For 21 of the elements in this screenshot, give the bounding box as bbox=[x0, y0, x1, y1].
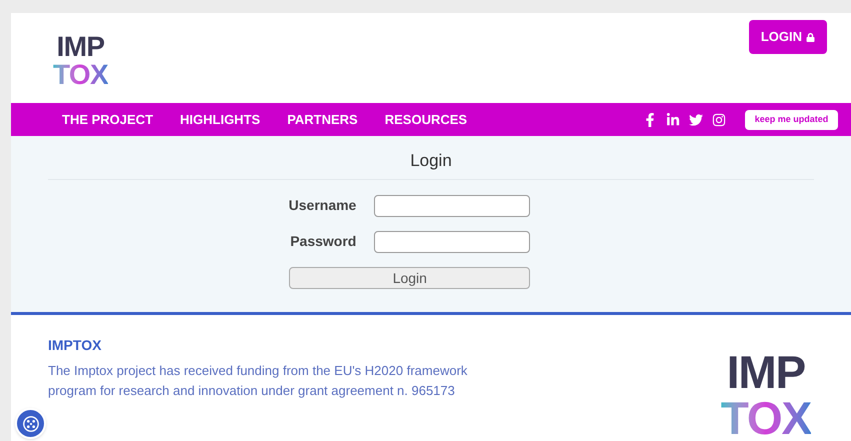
field-label: Username bbox=[288, 196, 356, 216]
nav-link[interactable]: PARTNERS bbox=[287, 110, 358, 130]
nav-link[interactable]: THE PROJECT bbox=[62, 110, 154, 130]
logo-text: IMP bbox=[56, 33, 104, 61]
subscribe-button[interactable]: keep me updated bbox=[745, 110, 838, 130]
form-title: Login bbox=[410, 150, 452, 172]
field-label: Password bbox=[290, 232, 356, 252]
footer-text: The Imptox project has received funding from the EU's H2020 framework program for research and innovation under grant agreement n. 965173 bbox=[48, 362, 468, 400]
twitter-icon[interactable] bbox=[689, 112, 703, 127]
nav-link[interactable]: RESOURCES bbox=[384, 110, 468, 130]
linkedin-icon[interactable] bbox=[666, 112, 680, 127]
cookie-settings-icon[interactable] bbox=[15, 408, 46, 439]
submit-button[interactable]: Login bbox=[289, 266, 530, 289]
text-field[interactable] bbox=[374, 194, 530, 217]
lock-icon bbox=[806, 32, 815, 42]
text-field[interactable] bbox=[374, 230, 530, 253]
nav-link[interactable]: HIGHLIGHTS bbox=[180, 110, 260, 130]
login-button[interactable]: LOGIN bbox=[748, 20, 827, 54]
logo-text: IMP bbox=[726, 349, 806, 395]
footer-heading: IMPTOX bbox=[48, 336, 102, 355]
instagram-icon[interactable] bbox=[712, 112, 726, 127]
